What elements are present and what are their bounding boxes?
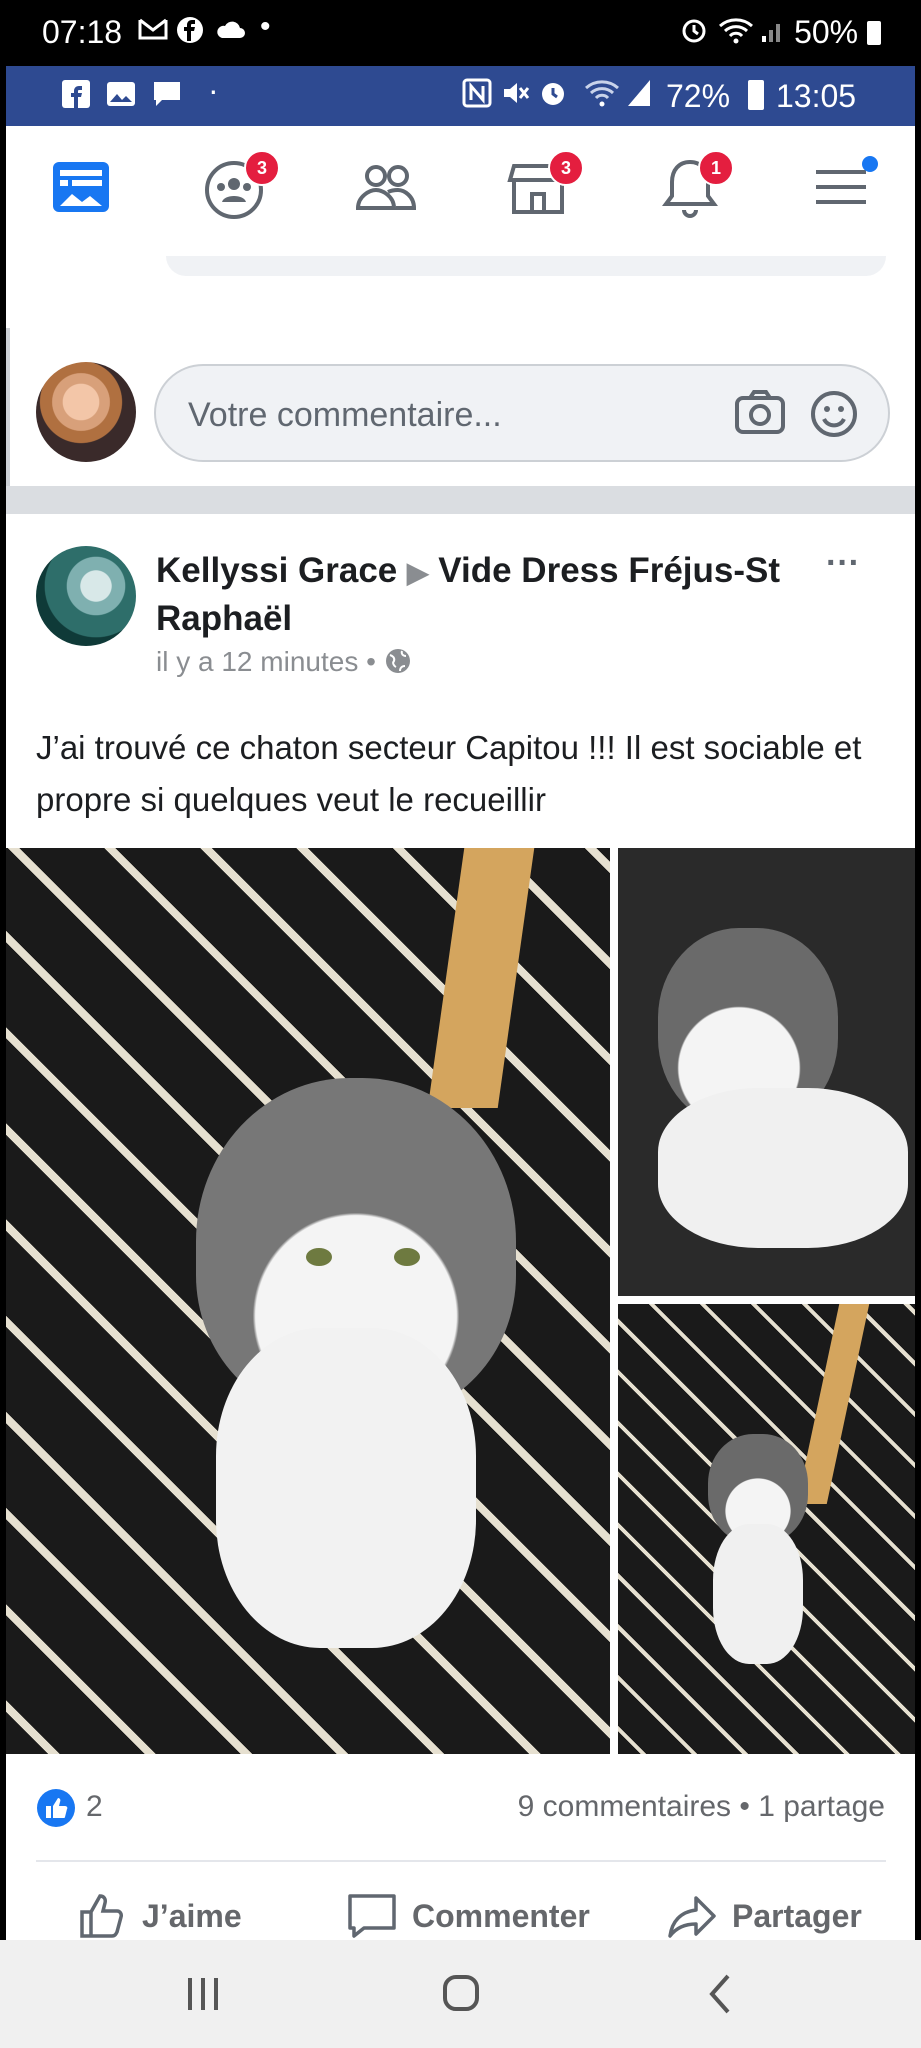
facebook-screenshot: · 72% 13:05 3 3 1 Votre commentaire... K… <box>6 66 915 1940</box>
home-icon[interactable] <box>442 1974 480 2017</box>
kitten-photo-couch[interactable] <box>618 848 915 1296</box>
groups-tab[interactable]: 3 <box>202 150 280 226</box>
cloud-icon <box>214 16 246 49</box>
notifications-badge: 1 <box>698 150 734 186</box>
wifi-icon <box>718 16 754 51</box>
marketplace-tab[interactable]: 3 <box>506 150 584 226</box>
dot-icon: · <box>208 72 219 108</box>
like-label: J’aime <box>142 1897 242 1934</box>
marketplace-badge: 3 <box>548 150 584 186</box>
likes-count[interactable]: 2 <box>86 1790 103 1824</box>
signal-icon <box>760 16 786 51</box>
friends-icon <box>355 165 417 210</box>
gallery-icon <box>106 80 136 113</box>
facebook-notif-icon <box>62 80 90 113</box>
signal-icon <box>626 78 652 113</box>
camera-icon[interactable] <box>734 388 786 441</box>
like-reaction-icon[interactable] <box>36 1788 76 1833</box>
post-time[interactable]: il y a 12 minutes <box>156 646 358 677</box>
menu-dot <box>862 156 878 172</box>
post-header: Kellyssi Grace ▶ Vide Dress Fréjus-St Ra… <box>156 548 796 642</box>
recent-apps-icon[interactable] <box>186 1976 220 2017</box>
author-name[interactable]: Kellyssi Grace <box>156 551 397 590</box>
feed-post: Kellyssi Grace ▶ Vide Dress Fréjus-St Ra… <box>6 514 915 1940</box>
share-button[interactable]: Partager <box>666 1886 862 1940</box>
inner-status-bar: · 72% 13:05 <box>6 66 915 126</box>
post-meta: il y a 12 minutes • <box>156 646 412 682</box>
globe-icon <box>384 647 412 682</box>
comment-button[interactable]: Commenter <box>346 1886 590 1940</box>
comment-bubble-icon <box>348 1894 396 1938</box>
triangle-arrow-icon: ▶ <box>407 557 429 588</box>
author-avatar[interactable] <box>36 546 136 646</box>
menu-tab[interactable] <box>812 156 882 226</box>
more-options-button[interactable]: ··· <box>826 544 860 583</box>
emoji-icon[interactable] <box>810 390 858 443</box>
inner-battery: 72% <box>666 78 731 114</box>
comment-input[interactable] <box>186 386 710 444</box>
back-icon[interactable] <box>708 1974 732 2019</box>
news-feed-icon <box>53 162 109 212</box>
messages-icon <box>152 80 182 113</box>
alarm-icon <box>680 16 708 51</box>
facebook-top-nav: 3 3 1 <box>6 126 915 258</box>
comment-field[interactable] <box>154 364 890 462</box>
phone-status-bar: 07:18 • 50% <box>0 0 921 66</box>
phone-battery: 50% <box>794 14 881 51</box>
kitten-photo-rug[interactable] <box>618 1304 915 1754</box>
nfc-icon <box>462 78 492 113</box>
reactions-summary: 2 9 commentaires • 1 partage <box>6 1754 915 1854</box>
kitten-body <box>216 1328 476 1648</box>
groups-badge: 3 <box>244 150 280 186</box>
feed-divider <box>6 486 915 514</box>
thumbs-up-icon <box>80 1894 123 1938</box>
dot-icon: • <box>260 10 271 43</box>
battery-icon <box>867 21 881 45</box>
battery-icon <box>748 80 764 110</box>
share-arrow-icon <box>668 1896 716 1938</box>
facebook-status-icon <box>176 16 204 51</box>
like-button[interactable]: J’aime <box>76 1886 242 1940</box>
gmail-icon <box>138 16 168 49</box>
wifi-icon <box>584 78 620 113</box>
friends-tab[interactable] <box>354 156 424 226</box>
post-action-bar: J’aime Commenter Partager <box>36 1860 886 1940</box>
current-user-avatar[interactable] <box>36 362 136 462</box>
comment-label: Commenter <box>412 1897 590 1934</box>
news-feed-tab[interactable] <box>50 156 120 226</box>
phone-clock: 07:18 <box>42 14 123 50</box>
notifications-tab[interactable]: 1 <box>658 150 734 226</box>
post-text: J’ai trouvé ce chaton secteur Capitou !!… <box>36 729 862 818</box>
share-label: Partager <box>732 1897 862 1934</box>
inner-clock: 13:05 <box>776 78 857 114</box>
comments-shares-count[interactable]: 9 commentaires • 1 partage <box>518 1790 885 1824</box>
mute-icon <box>500 78 530 113</box>
photo-grid <box>6 848 915 1754</box>
comment-composer <box>6 256 915 668</box>
alarm-icon <box>538 78 568 113</box>
previous-comment-bubble <box>166 256 886 276</box>
android-navigation-bar <box>0 1940 921 2048</box>
kitten-photo-large[interactable] <box>6 848 610 1754</box>
